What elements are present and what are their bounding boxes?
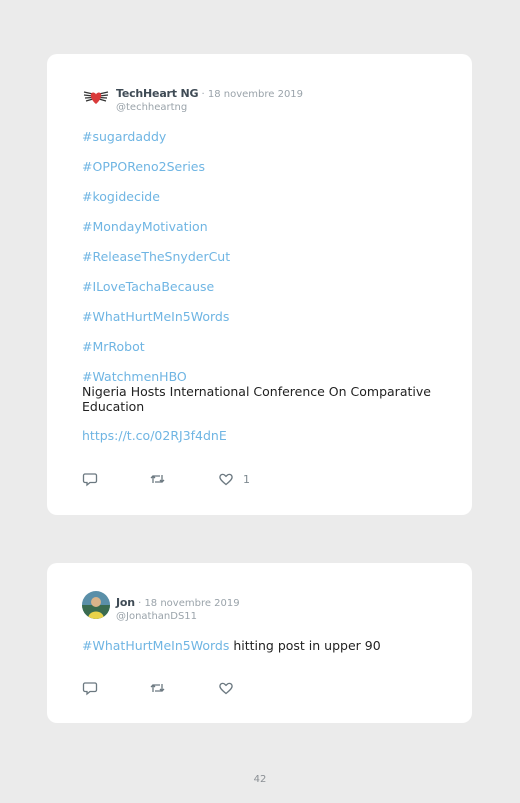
tweet-card: Jon · 18 novembre 2019 @JonathanDS11 #Wh… xyxy=(47,563,472,723)
hashtag-link[interactable]: #WhatHurtMeIn5Words xyxy=(82,638,229,653)
like-count: 1 xyxy=(243,472,250,486)
author-handle[interactable]: @JonathanDS11 xyxy=(116,611,240,622)
reply-icon xyxy=(82,682,98,696)
tweet-text: Nigeria Hosts International Conference O… xyxy=(82,384,431,414)
tweet-date[interactable]: 18 novembre 2019 xyxy=(208,89,303,100)
like-icon xyxy=(219,473,233,486)
avatar[interactable] xyxy=(82,591,110,619)
hashtag-link[interactable]: #MrRobot xyxy=(82,339,442,369)
reply-button[interactable] xyxy=(82,471,98,487)
hashtag-link[interactable]: #ReleaseTheSnyderCut xyxy=(82,249,442,279)
tweet-text-content: hitting post in upper 90 xyxy=(229,638,381,653)
hashtag-link[interactable]: #sugardaddy xyxy=(82,129,442,159)
retweet-icon xyxy=(150,684,165,692)
date-separator: · xyxy=(198,89,208,100)
hashtag-link[interactable]: #kogidecide xyxy=(82,189,442,219)
retweet-button[interactable] xyxy=(149,471,166,487)
tweet-meta: TechHeart NG · 18 novembre 2019 @techhea… xyxy=(116,82,303,113)
tweet-meta: Jon · 18 novembre 2019 @JonathanDS11 xyxy=(116,591,240,622)
author-name[interactable]: TechHeart NG xyxy=(116,87,198,100)
tweet-body: #sugardaddy #OPPOReno2Series #kogidecide… xyxy=(82,129,442,443)
heart-wings-logo-icon xyxy=(82,82,110,110)
hashtag-link[interactable]: #WatchmenHBO xyxy=(82,369,442,384)
tweet-date[interactable]: 18 novembre 2019 xyxy=(144,598,239,609)
retweet-icon xyxy=(150,475,165,483)
tweet-card: TechHeart NG · 18 novembre 2019 @techhea… xyxy=(47,54,472,515)
reply-icon xyxy=(82,473,98,487)
hashtag-link[interactable]: #OPPOReno2Series xyxy=(82,159,442,189)
avatar[interactable] xyxy=(82,82,110,110)
like-icon xyxy=(219,682,233,695)
hashtag-link[interactable]: #MondayMotivation xyxy=(82,219,442,249)
date-separator: · xyxy=(134,598,145,609)
tweet-url-link[interactable]: https://t.co/02RJ3f4dnE xyxy=(82,428,442,443)
page-number: 42 xyxy=(253,774,267,785)
author-handle[interactable]: @techheartng xyxy=(116,102,303,113)
retweet-button[interactable] xyxy=(149,680,166,696)
hashtag-link[interactable]: #ILoveTachaBecause xyxy=(82,279,442,309)
author-name[interactable]: Jon xyxy=(116,596,135,609)
tweet-text: #WhatHurtMeIn5Words hitting post in uppe… xyxy=(82,638,442,653)
hashtag-link[interactable]: #WhatHurtMeIn5Words xyxy=(82,309,442,339)
reply-button[interactable] xyxy=(82,680,98,696)
like-button[interactable]: 1 xyxy=(218,471,250,487)
user-photo-icon xyxy=(82,591,110,619)
tweet-body: #WhatHurtMeIn5Words hitting post in uppe… xyxy=(82,638,442,653)
like-button[interactable] xyxy=(218,680,234,696)
